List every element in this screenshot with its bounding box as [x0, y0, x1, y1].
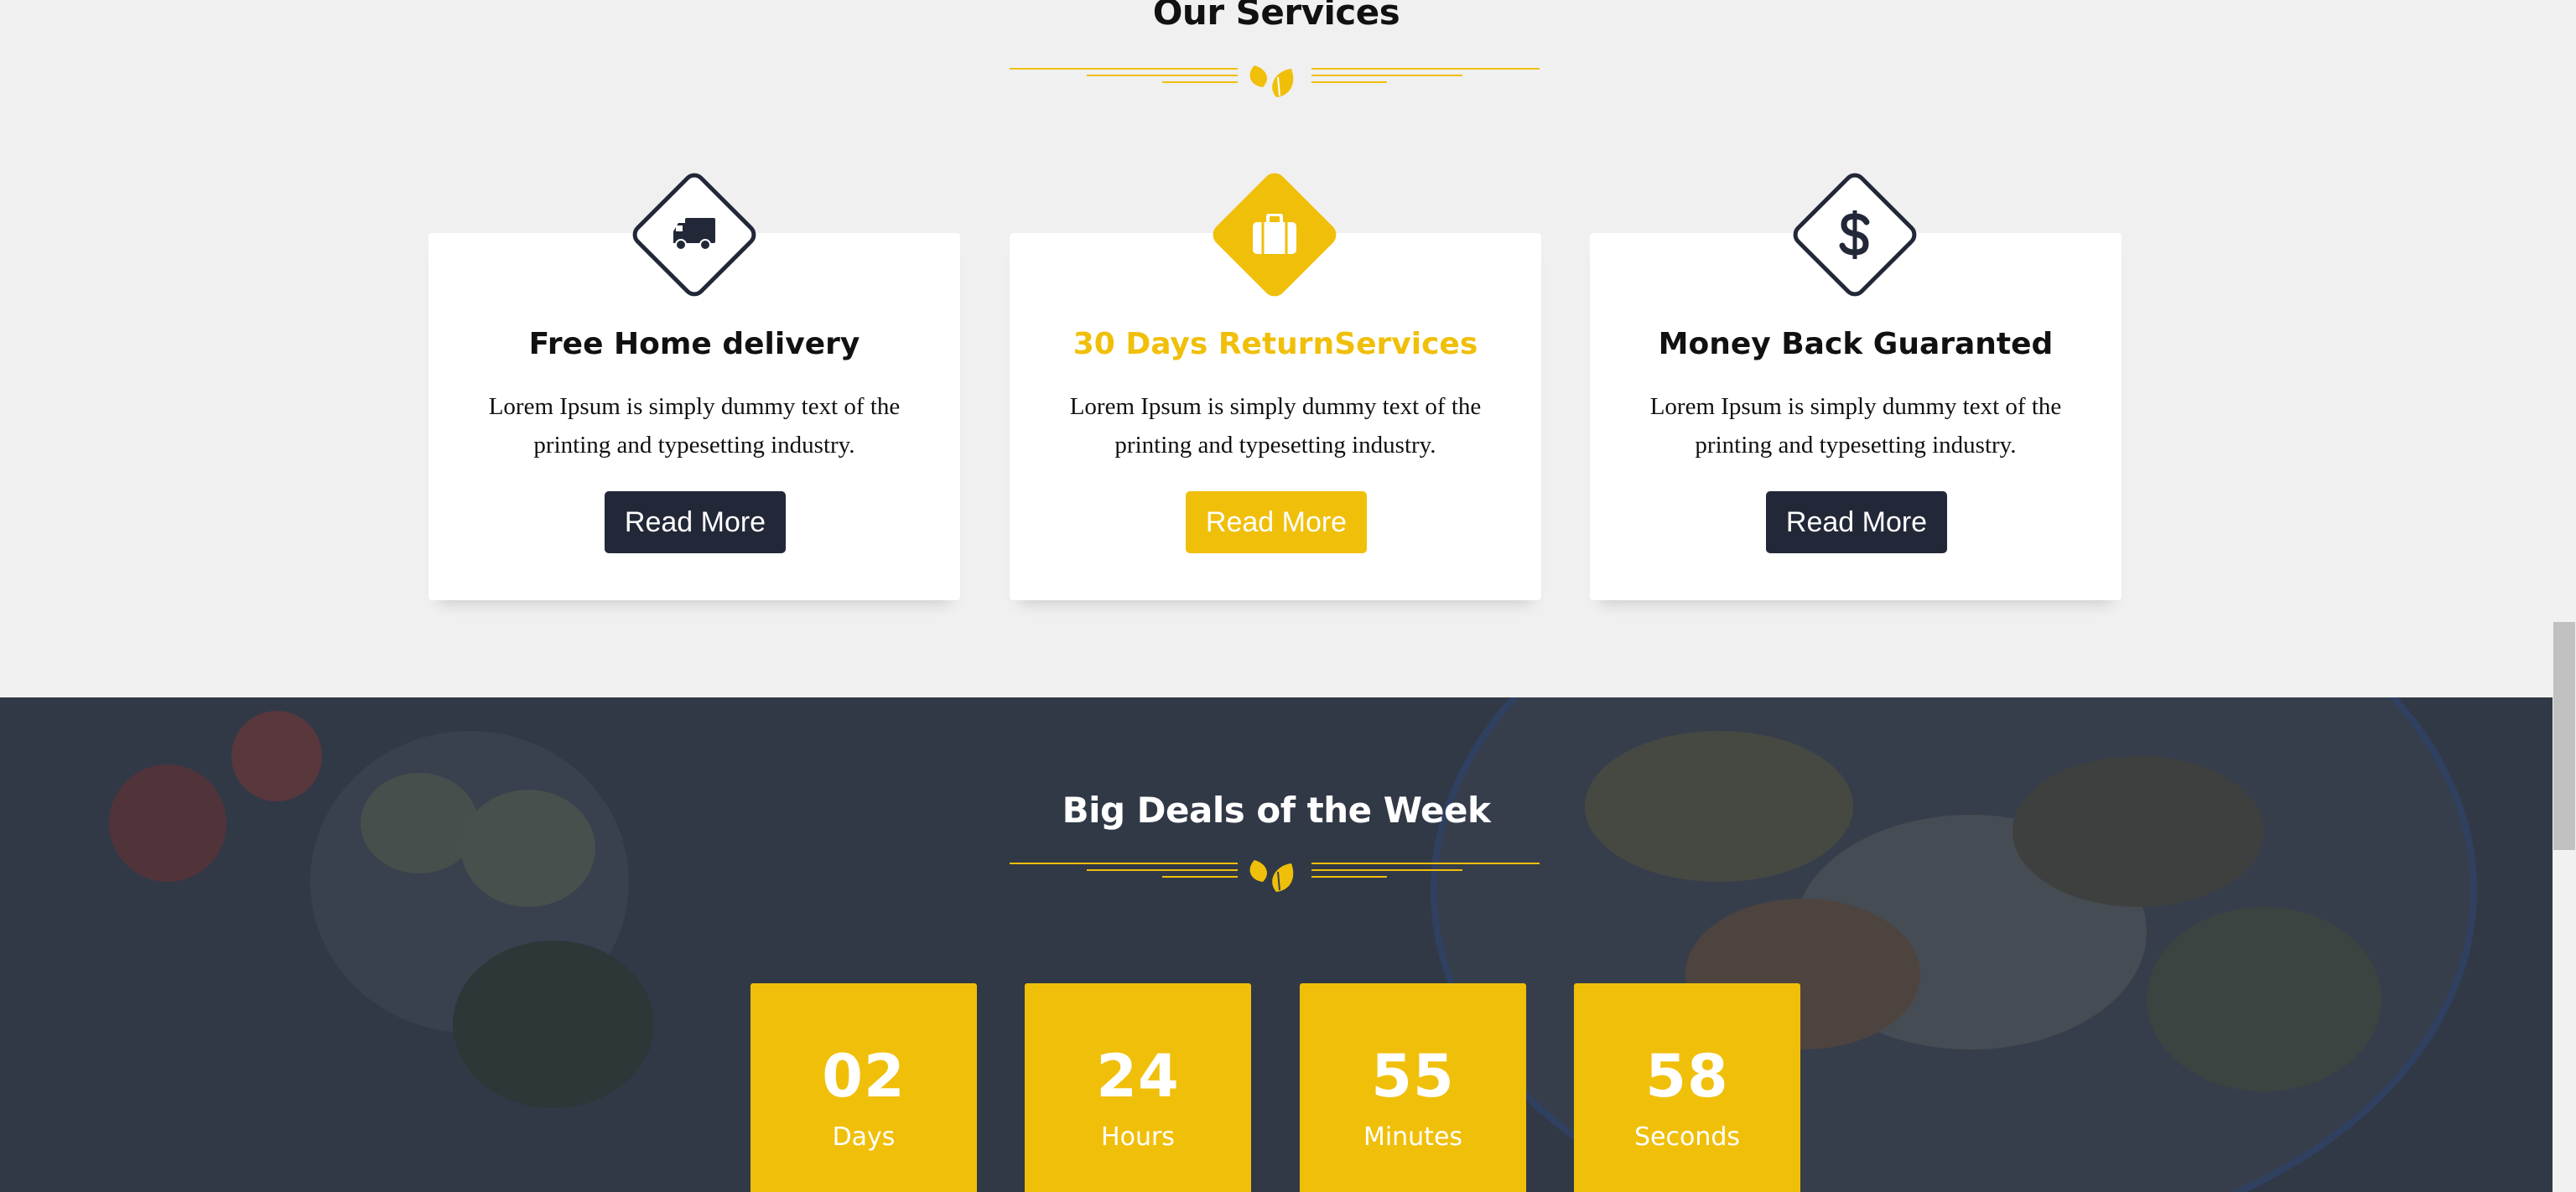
- briefcase-icon: [1253, 214, 1296, 254]
- services-title: Our Services: [1152, 0, 1400, 33]
- deals-title: Big Deals of the Week: [1062, 790, 1491, 831]
- read-more-button[interactable]: Read More: [1186, 491, 1367, 553]
- countdown-label: Days: [832, 1122, 896, 1152]
- card-title: 30 Days ReturnServices: [1072, 327, 1478, 361]
- read-more-button[interactable]: Read More: [1766, 491, 1947, 553]
- leaf-divider-icon: [1010, 65, 1540, 97]
- truck-icon: [673, 218, 715, 251]
- countdown-days: 02 Days: [750, 983, 977, 1192]
- truck-icon-badge: [624, 164, 765, 305]
- leaf-divider-icon: [1010, 860, 1540, 892]
- card-title: Money Back Guaranted: [1658, 327, 2054, 361]
- countdown-value: 58: [1645, 1042, 1729, 1111]
- countdown-seconds: 58 Seconds: [1574, 983, 1800, 1192]
- page-scrollbar[interactable]: [2553, 0, 2576, 1192]
- services-section: Our Services Free Home delivery Lorem Ip…: [0, 0, 2553, 697]
- card-description: Lorem Ipsum is simply dummy text of the …: [1069, 393, 1482, 459]
- countdown-minutes: 55 Minutes: [1300, 983, 1526, 1192]
- scrollbar-thumb[interactable]: [2553, 622, 2575, 850]
- countdown-value: 02: [822, 1042, 906, 1111]
- countdown-label: Seconds: [1633, 1122, 1741, 1152]
- food-background-image: [0, 697, 2553, 1192]
- deals-section: Big Deals of the Week 02 Days 24 Hours 5…: [0, 697, 2553, 1192]
- card-description: Lorem Ipsum is simply dummy text of the …: [488, 393, 901, 459]
- countdown-hours: 24 Hours: [1025, 983, 1251, 1192]
- countdown-label: Hours: [1101, 1122, 1175, 1152]
- card-title: Free Home delivery: [528, 327, 860, 361]
- countdown-label: Minutes: [1363, 1122, 1463, 1152]
- card-description: Lorem Ipsum is simply dummy text of the …: [1649, 393, 2062, 459]
- countdown-value: 24: [1096, 1042, 1180, 1111]
- briefcase-icon-badge: [1204, 164, 1345, 305]
- countdown-value: 55: [1371, 1042, 1455, 1111]
- dollar-icon-badge: [1784, 164, 1925, 305]
- dollar-icon: [1839, 210, 1870, 259]
- read-more-button[interactable]: Read More: [605, 491, 786, 553]
